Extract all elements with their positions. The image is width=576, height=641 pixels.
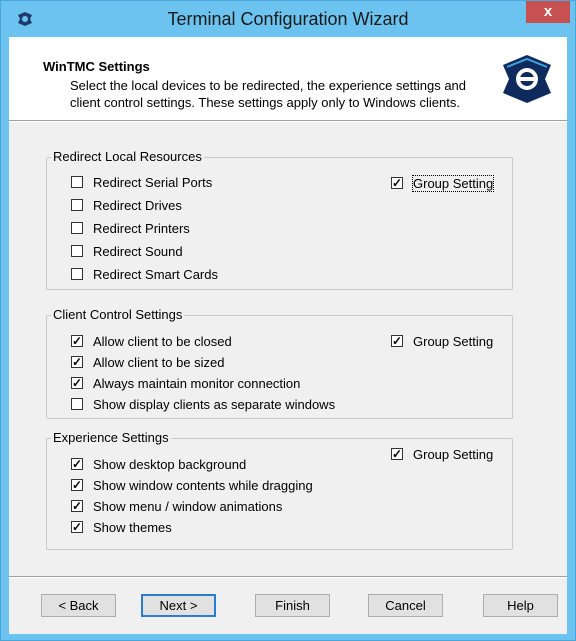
checkbox-box: ✓ xyxy=(71,376,83,390)
window-title: Terminal Configuration Wizard xyxy=(167,9,409,29)
back-button[interactable]: < Back xyxy=(41,594,116,617)
wizard-window: Terminal Configuration Wizard x WinTMC S… xyxy=(0,0,576,641)
checkbox-box: ✓ xyxy=(391,447,403,461)
checkbox-box: ✓ xyxy=(71,457,83,471)
finish-button[interactable]: Finish xyxy=(255,594,330,617)
close-button[interactable]: x xyxy=(526,1,570,23)
next-button[interactable]: Next > xyxy=(141,594,216,617)
wizard-header: WinTMC Settings Select the local devices… xyxy=(9,37,567,120)
checkbox-label: Allow client to be closed xyxy=(93,334,232,349)
checkbox-box: ✓ xyxy=(71,520,83,534)
checkbox-box: ✓ xyxy=(71,334,83,348)
help-button[interactable]: Help xyxy=(483,594,558,617)
checkbox-box: ✓ xyxy=(391,176,403,190)
checkbox-label: Redirect Drives xyxy=(93,198,182,213)
checkbox-label: Group Setting xyxy=(413,447,494,462)
checkbox-label: Show display clients as separate windows xyxy=(93,397,336,412)
group-title: Redirect Local Resources xyxy=(51,149,204,165)
page-title: WinTMC Settings xyxy=(43,59,150,74)
checkbox-label: Always maintain monitor connection xyxy=(93,376,301,391)
checkbox-box xyxy=(71,199,83,211)
experience-settings-group: Experience Settings ✓ Group Setting ✓ Sh… xyxy=(46,430,513,550)
checkbox-label: Show themes xyxy=(93,520,172,535)
header-divider xyxy=(9,120,567,122)
checkbox-box: ✓ xyxy=(71,355,83,369)
checkbox-label: Group Setting xyxy=(413,334,494,349)
page-description: Select the local devices to be redirecte… xyxy=(70,78,467,110)
checkbox-box: ✓ xyxy=(391,334,403,348)
checkbox-label: Redirect Sound xyxy=(93,244,183,259)
checkbox-label: Show menu / window animations xyxy=(93,499,283,514)
group-title: Client Control Settings xyxy=(51,307,185,323)
checkbox-label: Show window contents while dragging xyxy=(93,478,313,493)
checkbox-box: ✓ xyxy=(71,499,83,513)
checkbox-box xyxy=(71,222,83,234)
checkbox-label: Redirect Serial Ports xyxy=(93,175,213,190)
cancel-button[interactable]: Cancel xyxy=(368,594,443,617)
title-bar[interactable]: Terminal Configuration Wizard x xyxy=(1,1,575,37)
checkbox-box xyxy=(71,268,83,280)
checkbox-box: ✓ xyxy=(71,478,83,492)
checkbox-box xyxy=(71,398,83,410)
checkbox-box xyxy=(71,245,83,257)
dialog-client: WinTMC Settings Select the local devices… xyxy=(9,37,567,634)
checkbox-label: Redirect Printers xyxy=(93,221,190,236)
checkbox-label: Allow client to be sized xyxy=(93,355,225,370)
checkbox-box xyxy=(71,176,83,188)
redirect-local-resources-group: Redirect Local Resources ✓ Group Setting… xyxy=(46,149,513,290)
checkbox-label: Show desktop background xyxy=(93,457,247,472)
checkbox-label: Group Setting xyxy=(411,175,495,192)
thinmanager-logo-icon xyxy=(503,55,551,103)
footer-divider xyxy=(9,576,567,578)
group-title: Experience Settings xyxy=(51,430,171,446)
checkbox-label: Redirect Smart Cards xyxy=(93,267,218,282)
client-control-settings-group: Client Control Settings ✓ Group Setting … xyxy=(46,307,513,419)
